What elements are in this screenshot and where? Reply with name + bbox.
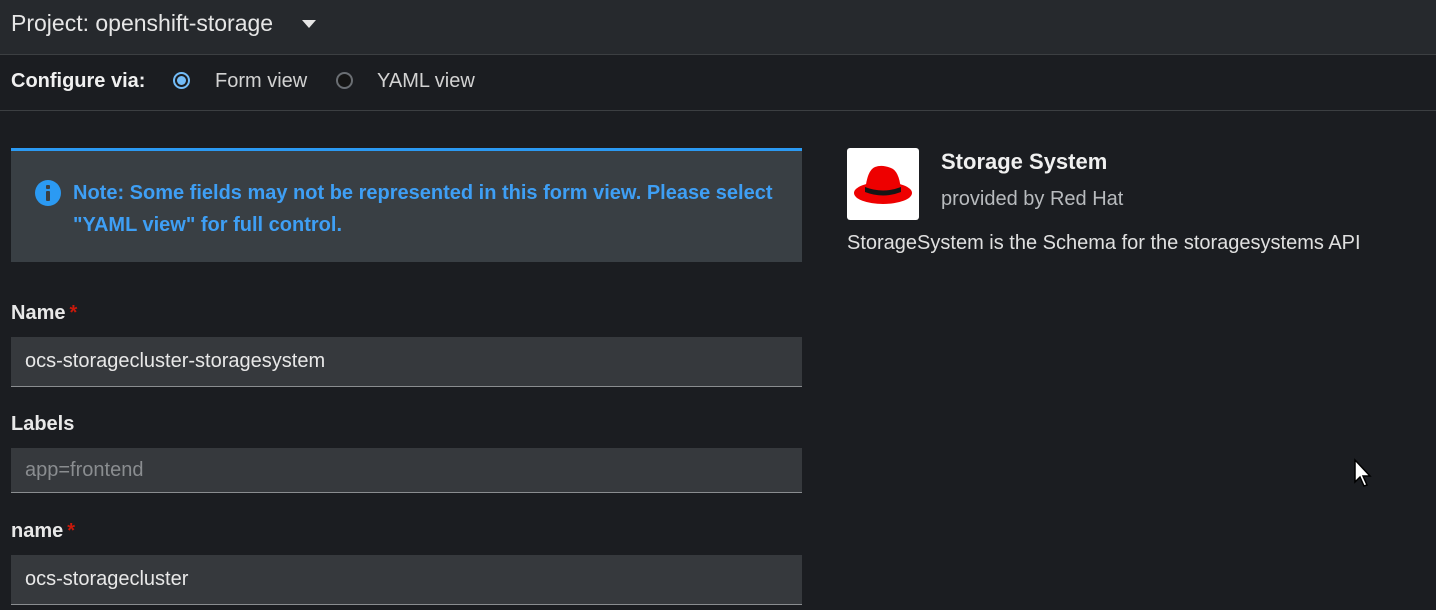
provider-subtitle: provided by Red Hat	[941, 188, 1124, 210]
provider-description: StorageSystem is the Schema for the stor…	[847, 232, 1361, 254]
name-field-label: Name *	[11, 302, 77, 325]
provider-logo	[847, 148, 919, 220]
project-bar: Project: openshift-storage	[0, 0, 1436, 55]
name-input[interactable]	[11, 337, 802, 387]
configure-via-row: Configure via: Form view YAML view	[0, 56, 1436, 111]
spec-name-field-label: name *	[11, 520, 75, 543]
labels-input[interactable]	[11, 448, 802, 493]
project-selector[interactable]: Project: openshift-storage	[11, 9, 317, 37]
red-hat-fedora-icon	[854, 165, 912, 204]
name-label-text: Name	[11, 302, 66, 324]
info-circle-icon	[35, 180, 61, 206]
labels-field-label: Labels	[11, 413, 75, 435]
project-label: Project: openshift-storage	[11, 9, 274, 36]
mouse-cursor-icon	[1354, 458, 1372, 487]
form-view-radio[interactable]	[173, 72, 190, 89]
form-view-label[interactable]: Form view	[215, 70, 307, 93]
yaml-view-radio[interactable]	[336, 72, 353, 89]
configure-via-label: Configure via:	[11, 70, 146, 92]
spec-name-label-text: name	[11, 520, 64, 542]
info-alert: Note: Some fields may not be represented…	[11, 148, 802, 262]
caret-down-icon[interactable]	[302, 20, 317, 28]
yaml-view-label[interactable]: YAML view	[377, 70, 475, 93]
spec-name-input[interactable]	[11, 555, 802, 605]
required-indicator: *	[67, 520, 76, 542]
provider-title: Storage System	[941, 149, 1108, 174]
alert-title: Note: Some fields may not be represented…	[73, 182, 773, 236]
required-indicator: *	[69, 302, 78, 324]
